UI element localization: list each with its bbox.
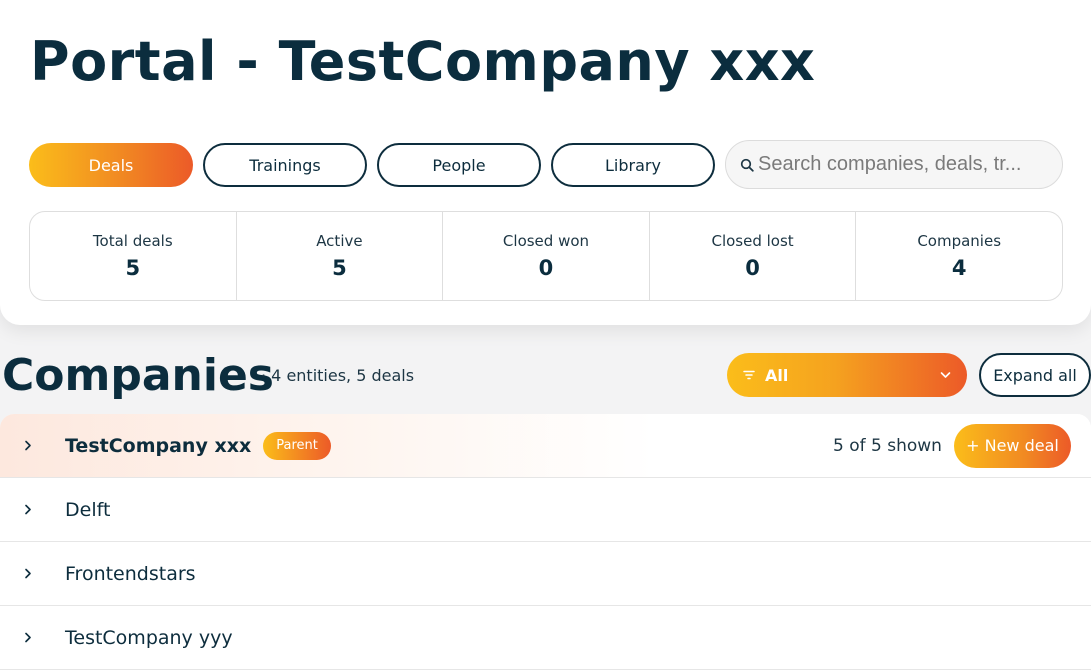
tab-deals[interactable]: Deals: [29, 143, 193, 187]
stat-value: 4: [951, 256, 967, 280]
company-name: TestCompany xxx: [65, 434, 252, 457]
stat-label: Total deals: [92, 232, 173, 250]
company-name: Frontendstars: [65, 562, 196, 585]
stat-companies: Companies 4: [856, 212, 1062, 300]
company-row-frontendstars[interactable]: Frontendstars: [0, 542, 1091, 606]
stat-label: Closed lost: [711, 232, 794, 250]
company-row-testcompany-yyy[interactable]: TestCompany yyy: [0, 606, 1091, 670]
search-box[interactable]: [725, 140, 1063, 189]
companies-summary: · 4 entities, 5 deals: [261, 366, 415, 385]
expand-all-button[interactable]: Expand all: [979, 353, 1091, 397]
company-row-delft[interactable]: Delft: [0, 478, 1091, 542]
tab-library[interactable]: Library: [551, 143, 715, 187]
chevron-right-icon[interactable]: [24, 632, 44, 643]
tab-trainings[interactable]: Trainings: [203, 143, 367, 187]
deals-shown-count: 5 of 5 shown: [833, 435, 942, 456]
stat-label: Active: [316, 232, 363, 250]
stat-total-deals: Total deals 5: [30, 212, 237, 300]
stat-value: 5: [125, 256, 141, 280]
page-title: Portal - TestCompany xxx: [30, 30, 816, 93]
companies-list: TestCompany xxx Parent 5 of 5 shown + Ne…: [0, 414, 1091, 670]
chevron-down-icon: [940, 372, 951, 378]
portal-header-card: Portal - TestCompany xxx Deals Trainings…: [0, 0, 1091, 325]
filter-dropdown[interactable]: All: [727, 353, 967, 397]
filter-icon: [743, 370, 755, 380]
stat-active: Active 5: [237, 212, 444, 300]
companies-heading: Companies: [2, 350, 274, 401]
chevron-right-icon[interactable]: [24, 504, 44, 515]
chevron-right-icon[interactable]: [24, 440, 44, 451]
parent-badge: Parent: [263, 431, 331, 460]
chevron-right-icon[interactable]: [24, 568, 44, 579]
stats-bar: Total deals 5 Active 5 Closed won 0 Clos…: [29, 211, 1063, 301]
company-name: TestCompany yyy: [65, 626, 233, 649]
stat-closed-lost: Closed lost 0: [650, 212, 857, 300]
tab-people[interactable]: People: [377, 143, 541, 187]
company-row-testcompany-xxx[interactable]: TestCompany xxx Parent 5 of 5 shown + Ne…: [0, 414, 1091, 478]
new-deal-button[interactable]: + New deal: [954, 423, 1071, 468]
search-input[interactable]: [758, 153, 1048, 176]
stat-closed-won: Closed won 0: [443, 212, 650, 300]
stat-value: 0: [745, 256, 760, 280]
stat-label: Companies: [917, 232, 1002, 250]
stat-label: Closed won: [502, 232, 590, 250]
filter-label: All: [765, 365, 789, 385]
company-name: Delft: [65, 498, 111, 521]
search-icon: [740, 158, 754, 172]
stat-value: 5: [332, 256, 347, 280]
stat-value: 0: [538, 256, 554, 280]
